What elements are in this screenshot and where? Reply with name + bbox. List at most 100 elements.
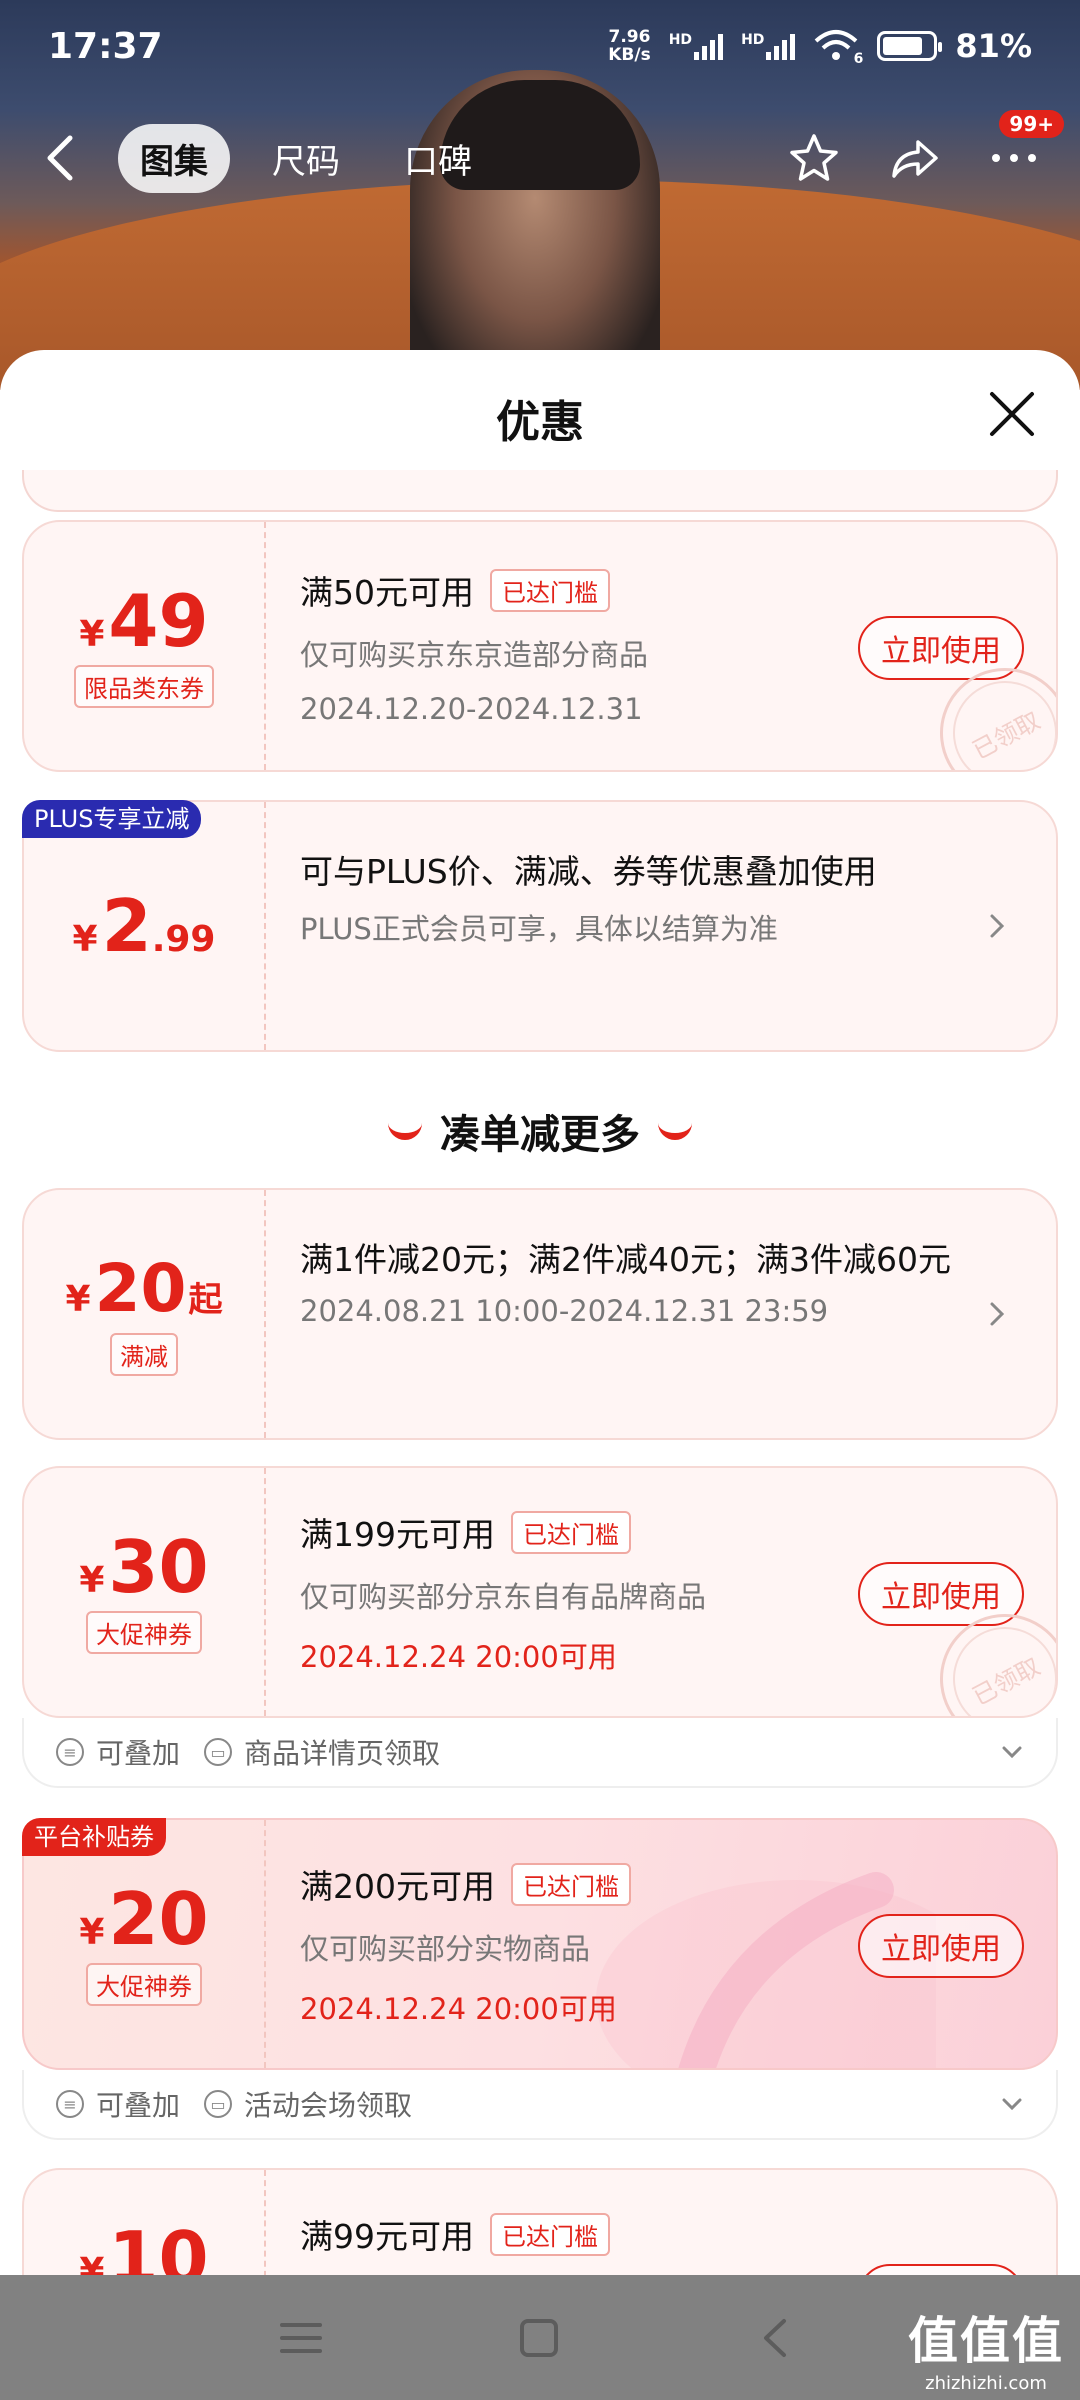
network-speed-value: 7.96 bbox=[608, 27, 651, 47]
coupon-info-strip[interactable]: ≡ 可叠加 ▭ 活动会场领取 bbox=[22, 2070, 1058, 2140]
currency-symbol: ¥ bbox=[65, 1278, 91, 1320]
coupon-card[interactable]: ¥ 10 满99元可用 已达门槛 bbox=[22, 2168, 1058, 2275]
previous-coupon-edge bbox=[22, 470, 1058, 512]
ticket-icon: ▭ bbox=[204, 2090, 233, 2118]
signal-hd-label-2: HD bbox=[741, 32, 765, 48]
tab-gallery[interactable]: 图集 bbox=[118, 123, 230, 193]
stackable-info: ≡ 可叠加 bbox=[56, 2084, 180, 2124]
threshold-reached-badge: 已达门槛 bbox=[511, 1862, 631, 1906]
network-speed: 7.96 KB/s bbox=[608, 28, 650, 64]
promo-type-tag: 满减 bbox=[110, 1332, 178, 1376]
ticket-icon: ▭ bbox=[204, 1738, 233, 1766]
coupon-card[interactable]: ¥ 49 限品类东券 满50元可用 已达门槛 仅可购买京东京造部分商品 2024… bbox=[22, 520, 1058, 772]
coupon-body: 满99元可用 已达门槛 bbox=[300, 2210, 1016, 2258]
coupon-card[interactable]: ¥ 20 大促神券 满200元可用 已达门槛 仅可购买部分实物商品 2024.1… bbox=[22, 1818, 1058, 2070]
threshold-reached-badge: 已达门槛 bbox=[490, 2212, 610, 2256]
coupon-condition: 满99元可用 bbox=[300, 2217, 474, 2256]
coupon-type-tag: 限品类东券 bbox=[74, 664, 214, 708]
coupon-type-tag: 大促神券 bbox=[86, 1610, 202, 1654]
coupon-card[interactable]: ¥ 30 大促神券 满199元可用 已达门槛 仅可购买部分京东自有品牌商品 20… bbox=[22, 1466, 1058, 1718]
amount-suffix: 起 bbox=[188, 1279, 223, 1320]
stackable-label: 可叠加 bbox=[96, 2089, 181, 2122]
back-arrow-icon[interactable] bbox=[40, 130, 90, 186]
product-tabs: 图集 尺码 口碑 bbox=[118, 122, 494, 194]
status-bar: 17:37 7.96 KB/s HD HD 6 81% bbox=[0, 0, 1080, 92]
threshold-reached-badge: 已达门槛 bbox=[511, 1510, 631, 1554]
sheet-title: 优惠 bbox=[496, 397, 584, 448]
smile-decoration-icon bbox=[388, 1122, 422, 1140]
watermark-logo: 值值值 bbox=[908, 2312, 1064, 2370]
coupon-amount: ¥ 49 bbox=[79, 585, 208, 657]
star-icon[interactable] bbox=[788, 132, 840, 184]
promo-body: 满1件减20元；满2件减40元；满3件减60元 2024.08.21 10:00… bbox=[300, 1236, 966, 1328]
source-info: ▭ 活动会场领取 bbox=[204, 2084, 412, 2124]
coupon-type-tag: 大促神券 bbox=[86, 1962, 202, 2006]
more-dots-icon[interactable]: 99+ bbox=[988, 110, 1064, 184]
coupon-amount: ¥ 10 bbox=[79, 2222, 208, 2275]
amount-value: 20 bbox=[108, 1876, 209, 1961]
chevron-right-icon[interactable] bbox=[988, 906, 1018, 946]
coupon-condition-line: 满200元可用 已达门槛 bbox=[300, 1860, 1016, 1908]
use-now-button[interactable]: 立即使用 bbox=[858, 1914, 1024, 1978]
plus-value-panel: ¥ 2 .99 bbox=[24, 802, 266, 1050]
message-count-badge: 99+ bbox=[999, 110, 1064, 138]
coupon-validity: 2024.12.24 20:00可用 bbox=[300, 1640, 617, 1674]
amount-value: 30 bbox=[108, 1524, 209, 1609]
stackable-info: ≡ 可叠加 bbox=[56, 1732, 180, 1772]
threshold-reached-badge: 已达门槛 bbox=[490, 568, 610, 612]
coupon-condition: 满50元可用 bbox=[300, 573, 474, 612]
tab-size[interactable]: 尺码 bbox=[250, 124, 362, 193]
chevron-right-icon[interactable] bbox=[988, 1294, 1018, 1334]
coupon-amount: ¥ 20 bbox=[79, 1883, 208, 1955]
amount-value: 2 bbox=[101, 884, 152, 968]
coupon-condition: 满199元可用 bbox=[300, 1515, 495, 1554]
menu-icon[interactable] bbox=[276, 2313, 326, 2363]
tab-reviews[interactable]: 口碑 bbox=[382, 124, 494, 193]
coupon-validity: 2024.12.24 20:00可用 bbox=[300, 1992, 617, 2026]
coupon-value-panel: ¥ 49 限品类东券 bbox=[24, 522, 266, 770]
source-label: 活动会场领取 bbox=[244, 2089, 413, 2122]
source-label: 商品详情页领取 bbox=[244, 1737, 441, 1770]
status-indicators: 7.96 KB/s HD HD 6 81% bbox=[608, 27, 1032, 67]
promo-validity: 2024.08.21 10:00-2024.12.31 23:59 bbox=[300, 1294, 829, 1328]
coupon-info-strip[interactable]: ≡ 可叠加 ▭ 商品详情页领取 bbox=[22, 1718, 1058, 1788]
chevron-down-icon[interactable] bbox=[1000, 2089, 1024, 2119]
currency-symbol: ¥ bbox=[79, 1559, 105, 1601]
product-top-nav: 图集 尺码 口碑 99+ bbox=[0, 110, 1080, 198]
home-square-icon[interactable] bbox=[514, 2313, 564, 2363]
full-reduction-card[interactable]: ¥ 20 起 满减 满1件减20元；满2件减40元；满3件减60元 2024.0… bbox=[22, 1188, 1058, 1440]
currency-symbol: ¥ bbox=[72, 919, 98, 960]
smile-decoration-icon bbox=[658, 1122, 692, 1140]
coupon-condition: 满200元可用 bbox=[300, 1867, 495, 1906]
battery-icon bbox=[877, 31, 943, 61]
wifi-label: 6 bbox=[853, 51, 864, 67]
signal-bars-icon bbox=[694, 32, 724, 60]
system-navigation-bar: 值值值 zhizhizhi.com bbox=[0, 2275, 1080, 2400]
site-watermark: 值值值 zhizhizhi.com bbox=[908, 2301, 1064, 2394]
coupon-value-panel: ¥ 30 大促神券 bbox=[24, 1468, 266, 1716]
coupon-condition-line: 满99元可用 已达门槛 bbox=[300, 2210, 1016, 2258]
battery-level-fill bbox=[883, 37, 923, 55]
use-now-button[interactable] bbox=[858, 2264, 1024, 2275]
stack-icon: ≡ bbox=[56, 2090, 84, 2118]
currency-symbol: ¥ bbox=[79, 1911, 105, 1953]
plus-body: 可与PLUS价、满减、券等优惠叠加使用 PLUS正式会员可享，具体以结算为准 bbox=[300, 848, 966, 948]
promo-value-panel: ¥ 20 起 满减 bbox=[24, 1190, 266, 1438]
close-icon[interactable] bbox=[984, 386, 1040, 442]
signal-bars-icon bbox=[766, 32, 796, 60]
section-title-text: 凑单减更多 bbox=[440, 1112, 640, 1158]
share-icon[interactable] bbox=[888, 132, 940, 184]
platform-subsidy-badge: 平台补贴券 bbox=[22, 1818, 166, 1856]
stack-icon: ≡ bbox=[56, 1738, 84, 1766]
nav-actions: 99+ bbox=[788, 110, 1064, 194]
section-header: 凑单减更多 bbox=[0, 1102, 1080, 1160]
amount-decimal: .99 bbox=[151, 919, 216, 960]
plus-exclusive-badge: PLUS专享立减 bbox=[22, 800, 202, 838]
cell-signal-1: HD bbox=[668, 32, 724, 60]
promo-condition: 满1件减20元；满2件减40元；满3件减60元 bbox=[300, 1240, 951, 1279]
chevron-down-icon[interactable] bbox=[1000, 1737, 1024, 1767]
offers-bottom-sheet: 优惠 ¥ 49 限品类东券 满50元可用 已达门槛 仅可购买京东京造部分商品 2… bbox=[0, 350, 1080, 2275]
system-back-icon[interactable] bbox=[752, 2313, 802, 2363]
signal-hd-label-1: HD bbox=[668, 32, 693, 48]
plus-amount: ¥ 2 .99 bbox=[73, 890, 216, 962]
